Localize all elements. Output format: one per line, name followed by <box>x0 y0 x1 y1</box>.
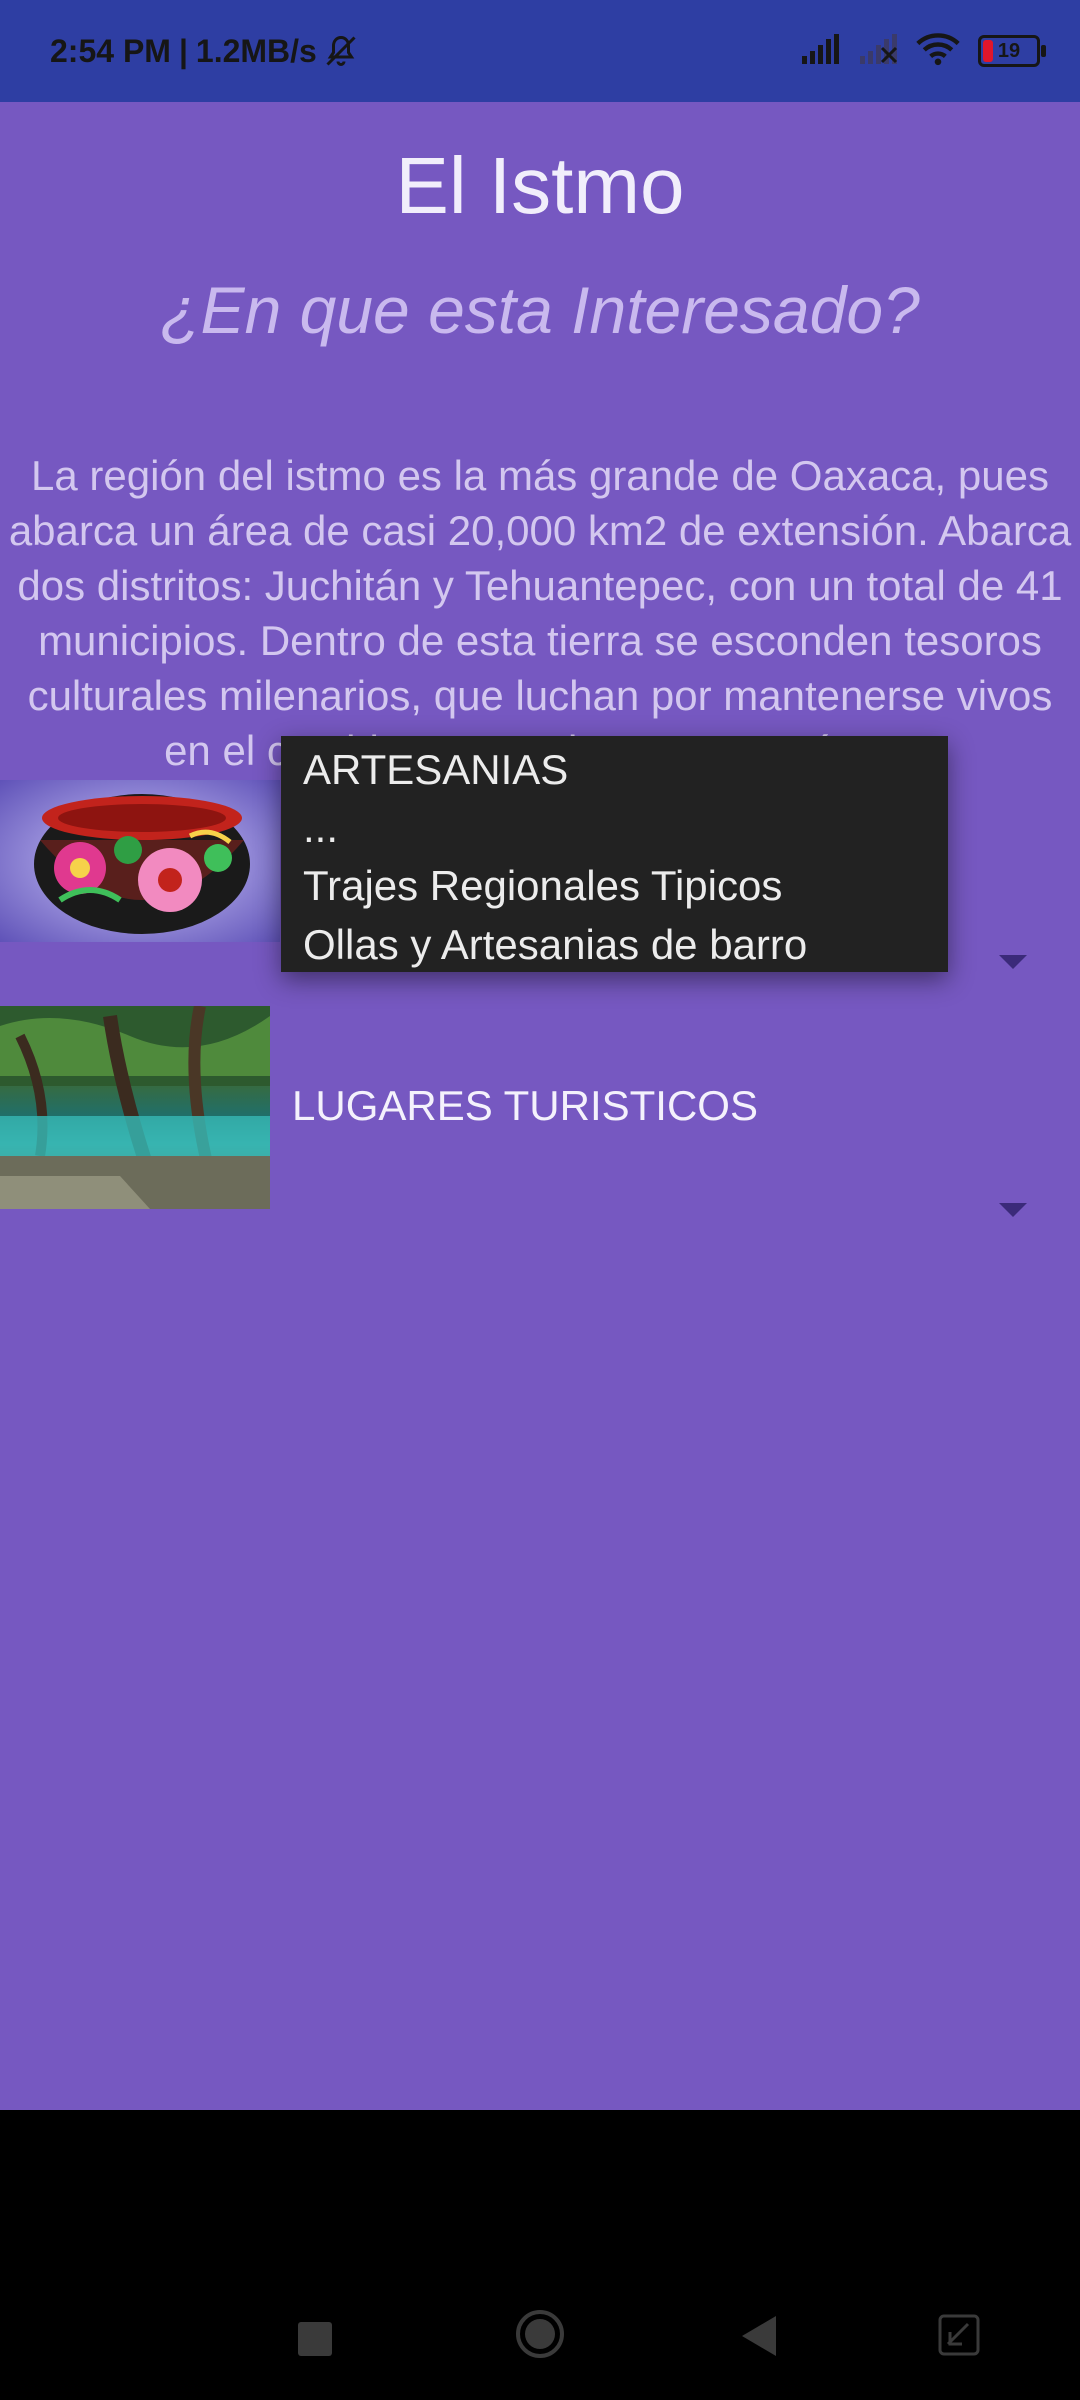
system-nav-bar <box>0 2110 1080 2400</box>
signal-off-icon <box>858 33 898 69</box>
bell-off-icon <box>323 33 359 69</box>
battery-fill <box>983 40 993 62</box>
river-trees-image <box>0 1006 270 1209</box>
dropdown-option-artesanias[interactable]: ARTESANIAS <box>303 746 568 794</box>
artesanias-dropdown-menu: ARTESANIAS ... Trajes Regionales Tipicos… <box>281 736 948 972</box>
status-separator: | <box>178 32 188 69</box>
dropdown-option-ellipsis[interactable]: ... <box>303 804 338 852</box>
page-title: El Istmo <box>395 141 685 230</box>
back-triangle-icon[interactable] <box>742 2316 776 2361</box>
home-circle-icon[interactable] <box>515 2309 565 2364</box>
status-bar: 2:54 PM | 1.2MB/s 19 <box>0 0 1080 102</box>
lugares-turisticos-spinner[interactable]: LUGARES TURISTICOS <box>292 1082 758 1130</box>
page-subtitle: ¿En que esta Interesado? <box>160 273 920 347</box>
dropdown-option-ollas[interactable]: Ollas y Artesanias de barro <box>303 921 807 969</box>
status-time: 2:54 PM <box>50 32 171 69</box>
recents-square-icon[interactable] <box>298 2322 332 2361</box>
chevron-down-icon[interactable] <box>999 1203 1027 1217</box>
status-left: 2:54 PM | 1.2MB/s <box>50 0 359 102</box>
signal-icon <box>800 33 840 69</box>
dropdown-option-trajes[interactable]: Trajes Regionales Tipicos <box>303 862 782 910</box>
region-description: La región del istmo es la más grande de … <box>8 452 1072 774</box>
status-right: 19 <box>800 0 1046 102</box>
battery-level: 19 <box>997 39 1021 62</box>
screenshot-icon[interactable] <box>938 2314 980 2361</box>
chevron-down-icon[interactable] <box>999 955 1027 969</box>
battery-icon: 19 <box>978 35 1046 67</box>
painted-gourd-image <box>0 780 280 942</box>
network-speed: 1.2MB/s <box>195 32 317 69</box>
wifi-icon <box>916 32 960 71</box>
